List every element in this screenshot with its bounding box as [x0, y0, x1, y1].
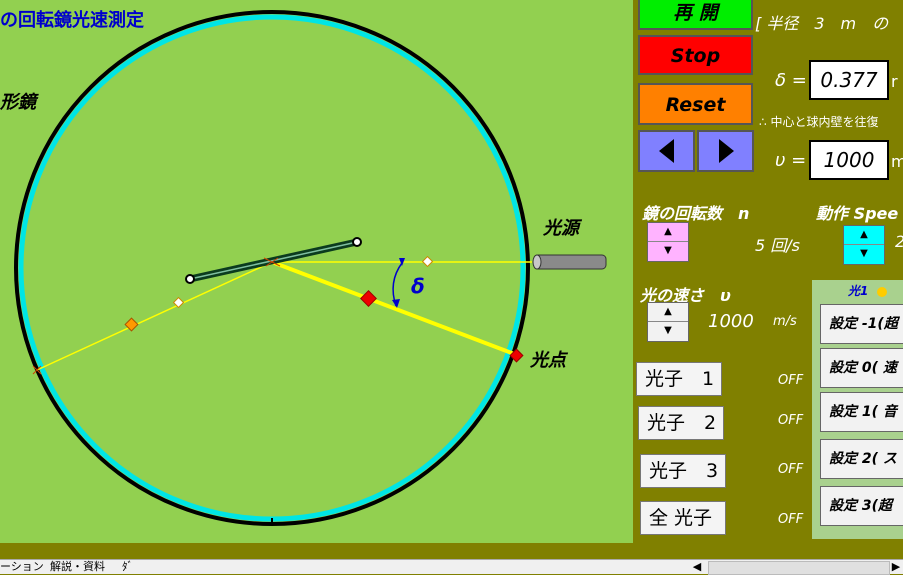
simulation-area: の回転鏡光速測定 形鏡 光源 光点 δ: [0, 0, 633, 543]
light-speed-value: 1000: [708, 311, 754, 332]
photon-dot-icon: [876, 286, 887, 297]
velocity-unit: m: [891, 152, 903, 171]
sphere-inner-ring: [18, 14, 526, 522]
step-back-button[interactable]: [638, 130, 695, 172]
light-source-end: [532, 254, 542, 270]
action-speed-label: 動作 Spee: [816, 204, 899, 223]
rotation-stepper[interactable]: ▲ ▼: [647, 222, 689, 262]
replay-button[interactable]: 再 開: [638, 0, 753, 30]
light-spot-label: 光点: [530, 350, 566, 371]
delta-value-field: 0.377: [809, 60, 889, 100]
light-source-label: 光源: [543, 218, 579, 239]
radius-text: [ 半径 3 m の: [755, 14, 889, 33]
step-forward-button[interactable]: [697, 130, 754, 172]
light-speed-unit: m/s: [773, 314, 797, 329]
preset-button-minus1[interactable]: 設定 -1(超: [820, 304, 903, 344]
rotation-label: 鏡の回転数 n: [642, 204, 750, 223]
action-up-arrow-icon[interactable]: ▲: [844, 226, 884, 245]
mirror-label: 形鏡: [0, 92, 36, 113]
action-speed-stepper[interactable]: ▲ ▼: [843, 225, 885, 265]
stop-button[interactable]: Stop: [638, 35, 753, 75]
page-title: の回転鏡光速測定: [0, 10, 144, 31]
all-photons-button[interactable]: 全 光子: [640, 501, 726, 535]
rotation-down-arrow-icon[interactable]: ▼: [648, 242, 688, 261]
sheet-tab-bar: ーション 解説・資料 ﾀﾞ ◀ ▶: [0, 559, 903, 575]
rotation-up-arrow-icon[interactable]: ▲: [648, 223, 688, 242]
photon-2-button[interactable]: 光子 2: [638, 406, 724, 440]
preset-button-1[interactable]: 設定 1( 音: [820, 392, 903, 432]
delta-angle-label: δ: [411, 274, 425, 298]
all-photons-status: OFF: [778, 512, 804, 527]
sheet-tab-notes[interactable]: 解説・資料: [50, 560, 105, 574]
mirror-end-right: [352, 237, 362, 247]
delta-unit: r: [891, 72, 898, 91]
photon-3-status: OFF: [778, 462, 804, 477]
preset-button-3[interactable]: 設定 3(超: [820, 486, 903, 526]
photon-1-status: OFF: [778, 373, 804, 388]
sheet-tab-extra[interactable]: ﾀﾞ: [122, 560, 133, 574]
preset-header: 光1: [848, 282, 887, 299]
velocity-value-field: 1000: [809, 140, 889, 180]
triangle-left-icon: [658, 139, 674, 163]
speed-up-arrow-icon[interactable]: ▲: [648, 303, 688, 322]
triangle-right-icon: [718, 139, 734, 163]
preset-header-text: 光1: [848, 284, 869, 298]
action-down-arrow-icon[interactable]: ▼: [844, 245, 884, 264]
photon-marker-red: [360, 290, 377, 307]
rotation-value: 5 回/s: [755, 236, 800, 255]
photon-1-button[interactable]: 光子 1: [636, 362, 722, 396]
preset-panel: 光1 設定 -1(超 設定 0( 速 設定 1( 音 設定 2( ス 設定 3(…: [812, 280, 903, 539]
photon-2-status: OFF: [778, 413, 804, 428]
photon-marker-small: [421, 255, 434, 268]
reflected-beam-left: [36, 261, 273, 371]
mirror-end-left: [185, 274, 195, 284]
scroll-right-icon[interactable]: ▶: [890, 560, 902, 574]
simulation-canvas: [14, 10, 607, 526]
reset-button[interactable]: Reset: [638, 83, 753, 125]
sheet-tab-simulation[interactable]: ーション: [0, 560, 44, 574]
roundtrip-note: ∴ 中心と球内壁を往復: [759, 115, 879, 129]
scroll-left-icon[interactable]: ◀: [690, 560, 704, 574]
speed-down-arrow-icon[interactable]: ▼: [648, 322, 688, 341]
delta-field-label: δ =: [775, 70, 807, 91]
photon-3-button[interactable]: 光子 3: [640, 454, 726, 488]
light-source-tube: [533, 254, 607, 270]
preset-button-2[interactable]: 設定 2( ス: [820, 439, 903, 479]
light-speed-stepper[interactable]: ▲ ▼: [647, 302, 689, 342]
velocity-field-label: υ =: [775, 150, 807, 171]
action-speed-value: 2: [895, 232, 903, 251]
preset-button-0[interactable]: 設定 0( 速: [820, 348, 903, 388]
